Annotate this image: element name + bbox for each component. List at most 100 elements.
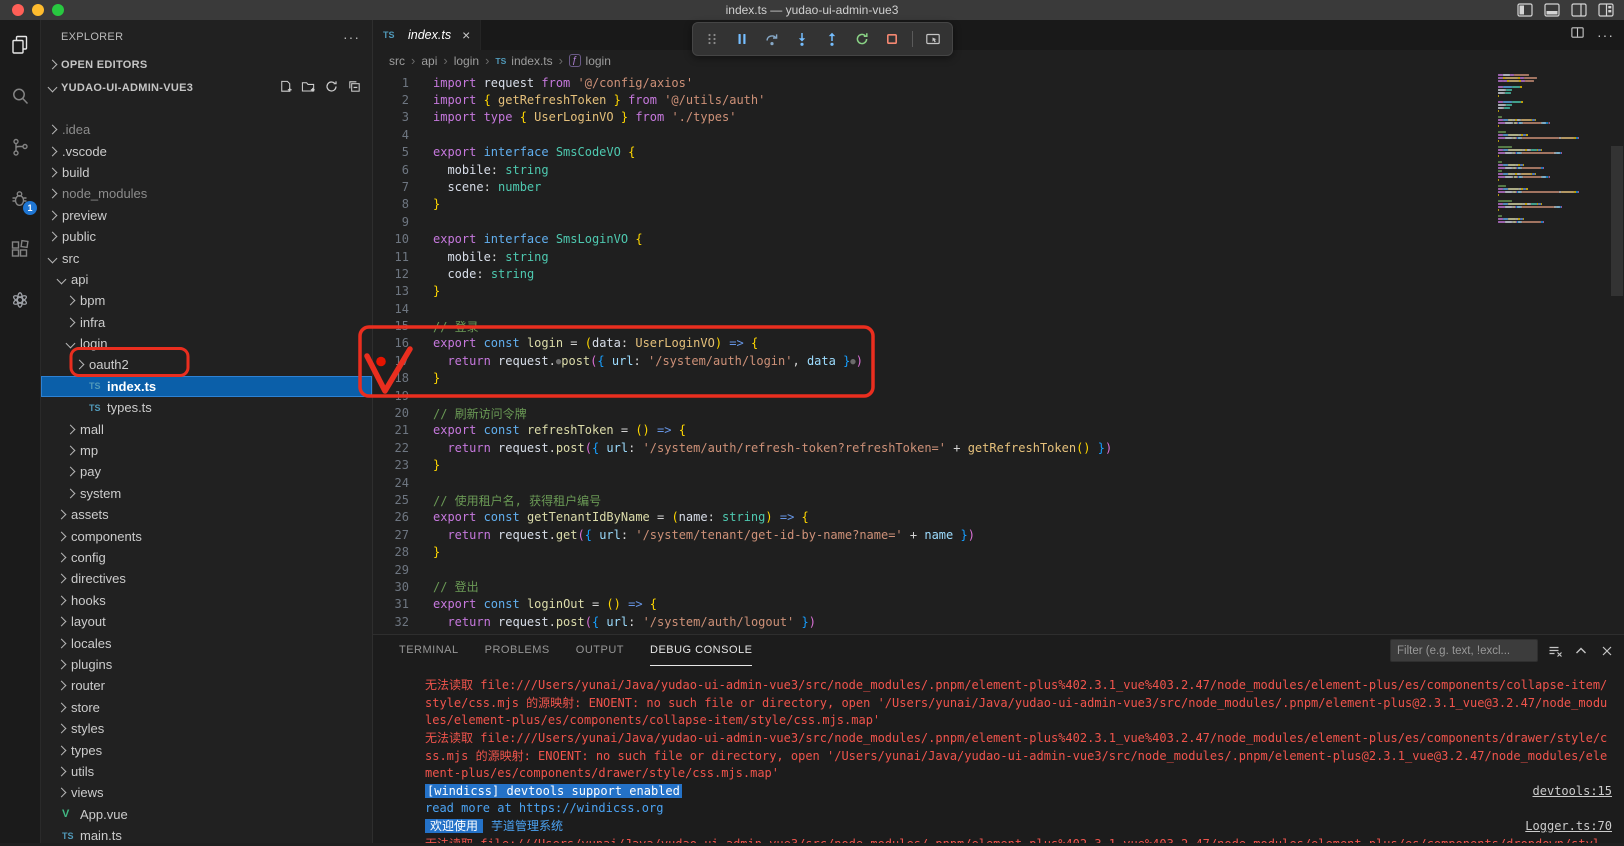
- line-number[interactable]: 29: [373, 563, 409, 577]
- tree-item-types.ts[interactable]: TStypes.ts: [41, 397, 372, 418]
- line-number[interactable]: 12: [373, 267, 409, 281]
- screencast-icon[interactable]: [920, 26, 946, 52]
- maximize-panel-icon[interactable]: [1572, 642, 1590, 660]
- breadcrumb-item[interactable]: index.ts: [511, 54, 552, 68]
- line-number[interactable]: 22: [373, 441, 409, 455]
- tree-item-infra[interactable]: infra: [41, 312, 372, 333]
- tree-item-types[interactable]: types: [41, 739, 372, 760]
- extensions-icon[interactable]: [0, 232, 40, 266]
- tree-item-App.vue[interactable]: VApp.vue: [41, 804, 372, 825]
- panel-tab-output[interactable]: OUTPUT: [576, 635, 624, 666]
- tree-item-mp[interactable]: mp: [41, 440, 372, 461]
- tree-item-utils[interactable]: utils: [41, 761, 372, 782]
- line-number[interactable]: 28: [373, 545, 409, 559]
- line-number[interactable]: 32: [373, 615, 409, 629]
- tree-item-components[interactable]: components: [41, 525, 372, 546]
- tree-item-layout[interactable]: layout: [41, 611, 372, 632]
- search-icon[interactable]: [0, 79, 40, 113]
- line-number[interactable]: 11: [373, 250, 409, 264]
- tree-item-hooks[interactable]: hooks: [41, 590, 372, 611]
- explorer-more-actions-icon[interactable]: ···: [343, 29, 360, 45]
- line-number[interactable]: 21: [373, 423, 409, 437]
- tree-item-.idea[interactable]: .idea: [41, 119, 372, 140]
- close-panel-icon[interactable]: [1598, 642, 1616, 660]
- editor-scrollbar[interactable]: [1611, 146, 1623, 296]
- toggle-primary-sidebar-icon[interactable]: [1516, 2, 1533, 18]
- line-number[interactable]: 24: [373, 476, 409, 490]
- line-number[interactable]: 14: [373, 302, 409, 316]
- restart-icon[interactable]: [849, 26, 875, 52]
- toggle-secondary-sidebar-icon[interactable]: [1570, 2, 1587, 18]
- line-number[interactable]: 17: [373, 354, 409, 368]
- panel-tab-terminal[interactable]: TERMINAL: [399, 635, 459, 666]
- line-number[interactable]: 2: [373, 93, 409, 107]
- new-folder-icon[interactable]: [301, 79, 316, 97]
- step-into-icon[interactable]: [789, 26, 815, 52]
- tab-close-icon[interactable]: ×: [462, 27, 470, 43]
- tab-index-ts[interactable]: TS index.ts ×: [373, 20, 481, 50]
- clear-console-icon[interactable]: [1546, 642, 1564, 660]
- refresh-icon[interactable]: [324, 79, 339, 97]
- tree-item-bpm[interactable]: bpm: [41, 290, 372, 311]
- customize-layout-icon[interactable]: [1597, 2, 1614, 18]
- line-number[interactable]: 31: [373, 597, 409, 611]
- explorer-icon[interactable]: [0, 28, 40, 62]
- tree-item-locales[interactable]: locales: [41, 632, 372, 653]
- new-file-icon[interactable]: [278, 79, 293, 97]
- tree-item-store[interactable]: store: [41, 697, 372, 718]
- panel-tab-debug-console[interactable]: DEBUG CONSOLE: [650, 635, 752, 666]
- breadcrumb-item[interactable]: api: [421, 54, 437, 68]
- console-source-link[interactable]: devtools:15: [1533, 783, 1612, 801]
- line-number[interactable]: 19: [373, 389, 409, 403]
- console-filter-input[interactable]: [1390, 639, 1538, 662]
- line-number[interactable]: 23: [373, 458, 409, 472]
- line-number[interactable]: 26: [373, 510, 409, 524]
- source-control-icon[interactable]: [0, 130, 40, 164]
- tree-item-login[interactable]: login: [41, 333, 372, 354]
- tree-item-mall[interactable]: mall: [41, 418, 372, 439]
- console-source-link[interactable]: Logger.ts:70: [1525, 818, 1612, 836]
- run-debug-icon[interactable]: 1: [0, 181, 40, 215]
- tree-item-index.ts[interactable]: TSindex.ts: [41, 376, 372, 397]
- tree-item-src[interactable]: src: [41, 247, 372, 268]
- line-number[interactable]: 6: [373, 163, 409, 177]
- step-out-icon[interactable]: [819, 26, 845, 52]
- tree-item-oauth2[interactable]: oauth2: [41, 354, 372, 375]
- line-number[interactable]: 20: [373, 406, 409, 420]
- line-number[interactable]: 25: [373, 493, 409, 507]
- line-number[interactable]: 30: [373, 580, 409, 594]
- breadcrumb-item[interactable]: src: [389, 54, 405, 68]
- line-number[interactable]: 27: [373, 528, 409, 542]
- line-number[interactable]: 8: [373, 197, 409, 211]
- open-editors-section[interactable]: OPEN EDITORS: [41, 53, 372, 76]
- line-number[interactable]: 16: [373, 336, 409, 350]
- line-number[interactable]: 7: [373, 180, 409, 194]
- line-number[interactable]: 5: [373, 145, 409, 159]
- chatgpt-extension-icon[interactable]: [0, 283, 40, 317]
- tree-item-assets[interactable]: assets: [41, 504, 372, 525]
- line-number[interactable]: 4: [373, 128, 409, 142]
- tree-item-directives[interactable]: directives: [41, 568, 372, 589]
- pause-icon[interactable]: [729, 26, 755, 52]
- stop-icon[interactable]: [879, 26, 905, 52]
- tree-item-build[interactable]: build: [41, 162, 372, 183]
- line-number[interactable]: 1: [373, 76, 409, 90]
- line-number[interactable]: 3: [373, 110, 409, 124]
- code-editor[interactable]: 1import request from '@/config/axios'2im…: [373, 72, 1624, 634]
- editor-more-actions-icon[interactable]: ···: [1597, 27, 1614, 43]
- panel-tab-problems[interactable]: PROBLEMS: [485, 635, 550, 666]
- tree-item-system[interactable]: system: [41, 483, 372, 504]
- tree-item-styles[interactable]: styles: [41, 718, 372, 739]
- tree-item-.vscode[interactable]: .vscode: [41, 140, 372, 161]
- project-section[interactable]: YUDAO-UI-ADMIN-VUE3: [41, 76, 372, 99]
- breadcrumb-item[interactable]: login: [454, 54, 479, 68]
- tree-item-public[interactable]: public: [41, 226, 372, 247]
- line-number[interactable]: 10: [373, 232, 409, 246]
- toolbar-drag-grip-icon[interactable]: [699, 26, 725, 52]
- line-number[interactable]: 18: [373, 371, 409, 385]
- tree-item-api[interactable]: api: [41, 269, 372, 290]
- tree-item-config[interactable]: config: [41, 547, 372, 568]
- breadcrumb-item[interactable]: login: [586, 54, 611, 68]
- step-over-icon[interactable]: [759, 26, 785, 52]
- toggle-panel-icon[interactable]: [1543, 2, 1560, 18]
